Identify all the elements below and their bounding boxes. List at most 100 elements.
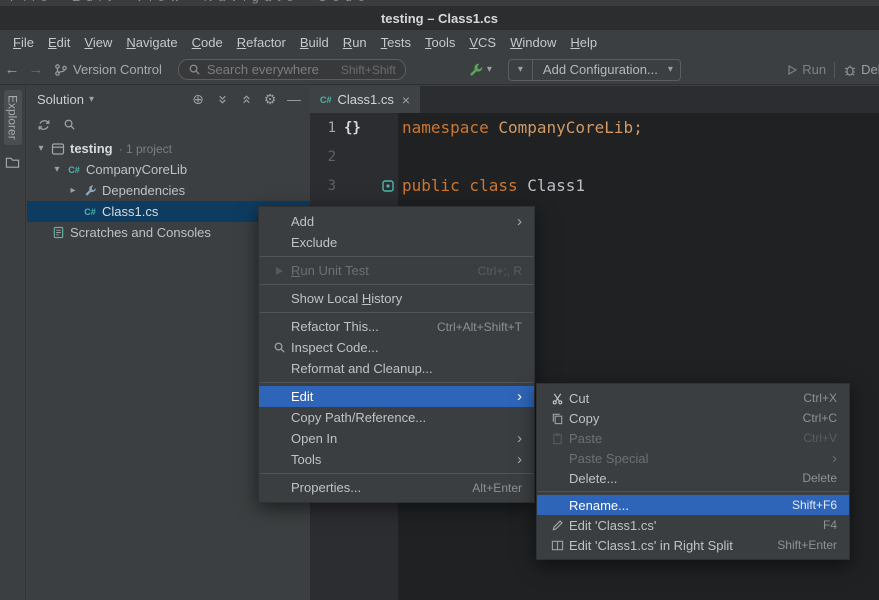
bottom-tool-icon[interactable] xyxy=(5,576,21,592)
inspect-icon xyxy=(267,341,291,354)
build-tools-chevron-icon: ▾ xyxy=(487,64,492,75)
menu-item-edit-class1-cs-in-right-split[interactable]: Edit 'Class1.cs' in Right SplitShift+Ent… xyxy=(537,535,849,555)
menu-item-refactor-this[interactable]: Refactor This...Ctrl+Alt+Shift+T xyxy=(259,316,534,337)
menu-item-label: Properties... xyxy=(291,480,361,495)
code-line-2[interactable]: 2 xyxy=(310,142,879,171)
menu-item-label: Run Unit Test xyxy=(291,263,369,278)
menu-item-reformat-and-cleanup[interactable]: Reformat and Cleanup... xyxy=(259,358,534,379)
config-dropdown-icon: ▾ xyxy=(668,64,680,75)
tree-collapsed-chevron-icon: ▸ xyxy=(65,185,81,196)
build-tools-button[interactable]: ▾ xyxy=(468,62,492,78)
menu-item-edit[interactable]: Edit › xyxy=(259,386,534,407)
tab-class1cs[interactable]: C# Class1.cs × xyxy=(310,86,420,113)
close-tab-icon[interactable]: × xyxy=(402,92,410,108)
menu-item-edit-class1-cs[interactable]: Edit 'Class1.cs'F4 xyxy=(537,515,849,535)
tree-item-label: testing xyxy=(70,141,113,156)
menu-item-label: Edit xyxy=(291,389,313,404)
menu-item-label: Cut xyxy=(569,391,589,406)
menu-item-add[interactable]: Add› xyxy=(259,211,534,232)
menubar-item-help[interactable]: Help xyxy=(563,35,604,50)
search-everywhere-field[interactable]: Search everywhere Shift+Shift xyxy=(178,59,406,80)
split-icon xyxy=(545,539,569,552)
expand-all-icon[interactable] xyxy=(210,88,234,110)
menu-item-properties[interactable]: Properties... Alt+Enter xyxy=(259,477,534,498)
collapse-all-icon[interactable] xyxy=(234,88,258,110)
tree-item-companycorelib[interactable]: ▾C#CompanyCoreLib xyxy=(27,159,310,180)
panel-header-icons: ⊕ ⚙ — xyxy=(186,88,306,110)
settings-gear-icon[interactable]: ⚙ xyxy=(258,88,282,110)
code-text: public class Class1 xyxy=(398,176,585,195)
menu-item-shortcut: Alt+Enter xyxy=(448,481,522,495)
menubar-item-tests[interactable]: Tests xyxy=(374,35,418,50)
forward-icon[interactable]: → xyxy=(24,61,48,78)
menubar-item-refactor[interactable]: Refactor xyxy=(230,35,293,50)
menubar-item-tools[interactable]: Tools xyxy=(418,35,462,50)
menu-item-inspect-code[interactable]: Inspect Code... xyxy=(259,337,534,358)
menubar-item-navigate[interactable]: Navigate xyxy=(119,35,184,50)
submenu-arrow-icon: › xyxy=(517,452,522,467)
search-shortcut-hint: Shift+Shift xyxy=(341,63,396,77)
add-configuration-label: Add Configuration... xyxy=(533,62,668,77)
menu-item-label: Paste xyxy=(569,431,602,446)
menu-item-shortcut: Ctrl+X xyxy=(779,391,837,405)
solution-view-chevron-icon[interactable]: ▾ xyxy=(89,94,94,105)
menu-item-tools[interactable]: Tools › xyxy=(259,449,534,470)
folder-icon[interactable] xyxy=(5,155,20,170)
menu-item-delete[interactable]: Delete...Delete xyxy=(537,468,849,488)
menu-item-rename[interactable]: Rename...Shift+F6 xyxy=(537,495,849,515)
menu-item-label: Delete... xyxy=(569,471,617,486)
menubar-item-vcs[interactable]: VCS xyxy=(462,35,503,50)
config-expander-icon[interactable]: ▾ xyxy=(509,60,533,80)
hide-panel-icon[interactable]: — xyxy=(282,88,306,110)
explorer-tool-button[interactable]: Explorer xyxy=(4,90,22,145)
line-number: 2 xyxy=(310,149,336,165)
mnemonic: R xyxy=(291,263,300,278)
menubar-item-window[interactable]: Window xyxy=(503,35,563,50)
menubar-item-build[interactable]: Build xyxy=(293,35,336,50)
menubar-item-run[interactable]: Run xyxy=(336,35,374,50)
cut-icon xyxy=(545,392,569,405)
submenu-arrow-icon: › xyxy=(517,389,522,404)
menu-item-shortcut: Ctrl+C xyxy=(779,411,837,425)
mnemonic: H xyxy=(362,291,371,306)
solution-view-title[interactable]: Solution xyxy=(37,92,84,107)
menu-item-label: Open In xyxy=(291,431,337,446)
menu-item-label: Refactor This... xyxy=(291,319,379,334)
locate-file-icon[interactable]: ⊕ xyxy=(186,88,210,110)
back-icon[interactable]: ← xyxy=(0,61,24,78)
mnemonic: E xyxy=(48,35,57,50)
menubar-item-code[interactable]: Code xyxy=(185,35,230,50)
code-line-3[interactable]: 3public class Class1 xyxy=(310,171,879,200)
menubar-item-file[interactable]: File xyxy=(6,35,41,50)
menubar-item-edit[interactable]: Edit xyxy=(41,35,77,50)
submenu-arrow-icon: › xyxy=(517,431,522,446)
menu-item-open-in[interactable]: Open In › xyxy=(259,428,534,449)
class-marker-icon xyxy=(382,180,394,192)
tree-item-dependencies[interactable]: ▸Dependencies xyxy=(27,180,310,201)
menu-item-copy-path-reference[interactable]: Copy Path/Reference... xyxy=(259,407,534,428)
run-configuration-select[interactable]: ▾ Add Configuration... ▾ xyxy=(508,59,681,81)
wrench-icon xyxy=(468,62,484,78)
code-line-1[interactable]: 1{}namespace CompanyCoreLib; xyxy=(310,113,879,142)
run-button[interactable]: Run xyxy=(786,62,826,77)
mnemonic: F xyxy=(13,35,21,50)
menu-item-label: Tools xyxy=(291,452,321,467)
mnemonic: H xyxy=(570,35,579,50)
version-control-widget[interactable]: Version Control xyxy=(54,62,162,77)
tree-item-meta: · 1 project xyxy=(119,142,172,156)
menubar-item-view[interactable]: View xyxy=(77,35,119,50)
search-icon xyxy=(188,63,201,76)
debug-button[interactable]: Deb xyxy=(843,62,879,77)
menu-item-paste-special[interactable]: Paste Special› xyxy=(537,448,849,468)
filter-search-icon[interactable] xyxy=(63,118,76,131)
menu-item-paste[interactable]: PasteCtrl+V xyxy=(537,428,849,448)
menu-item-exclude[interactable]: Exclude xyxy=(259,232,534,253)
menu-item-cut[interactable]: Cut Ctrl+X xyxy=(537,388,849,408)
menu-item-run-unit-test[interactable]: Run Unit TestCtrl+;, R xyxy=(259,260,534,281)
menu-separator xyxy=(260,382,533,383)
tree-item-testing[interactable]: ▾testing· 1 project xyxy=(27,138,310,159)
menu-item-copy[interactable]: CopyCtrl+C xyxy=(537,408,849,428)
csharp-project-icon: C# xyxy=(65,165,83,175)
menu-item-show-local-history[interactable]: Show Local History xyxy=(259,288,534,309)
sync-icon[interactable] xyxy=(37,118,51,132)
